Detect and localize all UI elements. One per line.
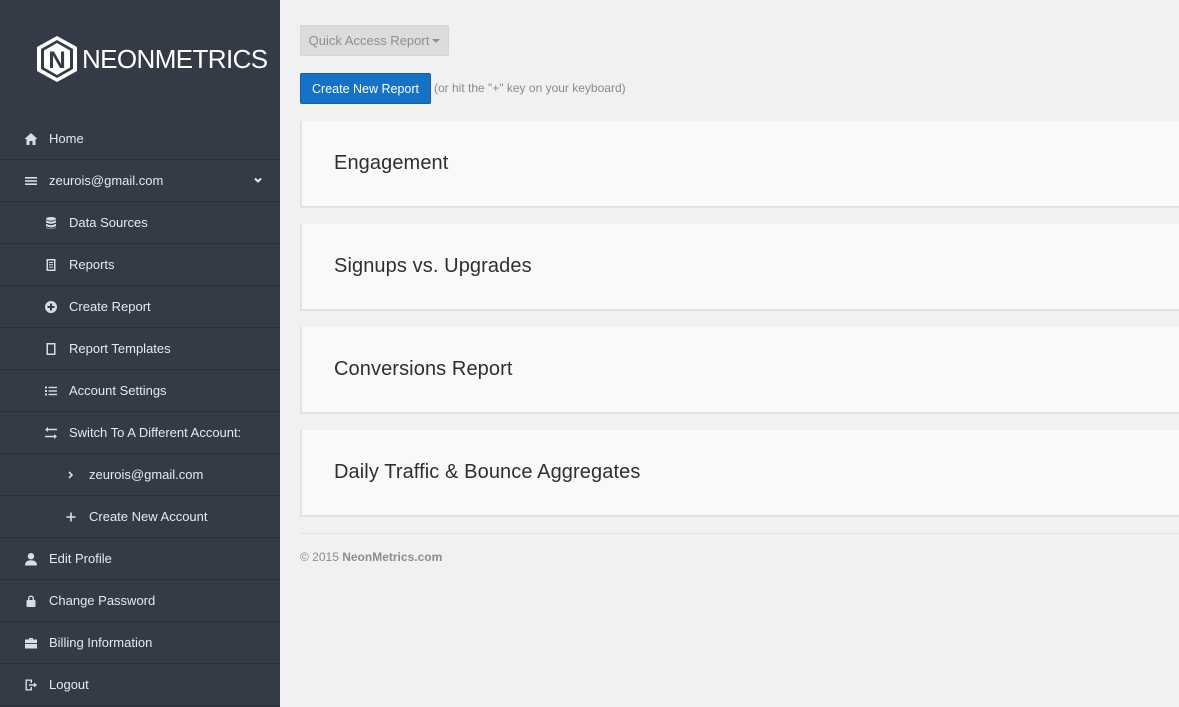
sidebar-nav: Home zeurois@gmail.com Data Sources Repo…	[0, 118, 280, 706]
sidebar-item-label: Home	[49, 131, 84, 146]
briefcase-icon	[24, 636, 38, 650]
report-title: Conversions Report	[334, 358, 513, 380]
sidebar-item-label: Report Templates	[69, 341, 171, 356]
document-icon	[44, 258, 58, 272]
sidebar-item-create-report[interactable]: Create Report	[0, 286, 280, 328]
sidebar-item-label: Billing Information	[49, 635, 153, 650]
report-card-conversions[interactable]: Conversions Report	[300, 327, 1179, 414]
report-title: Signups vs. Upgrades	[334, 255, 532, 277]
sidebar-item-label: Change Password	[49, 593, 156, 608]
sidebar-item-report-templates[interactable]: Report Templates	[0, 328, 280, 370]
report-card-signups-vs-upgrades[interactable]: Signups vs. Upgrades	[300, 224, 1179, 311]
user-icon	[24, 552, 38, 566]
caret-down-icon	[432, 38, 441, 43]
switch-icon	[44, 426, 58, 440]
report-card-daily-traffic[interactable]: Daily Traffic & Bounce Aggregates	[300, 430, 1179, 517]
svg-text:N: N	[48, 47, 65, 74]
sidebar-item-account-settings[interactable]: Account Settings	[0, 370, 280, 412]
menu-icon	[24, 174, 38, 188]
report-card-engagement[interactable]: Engagement	[300, 121, 1179, 208]
sidebar-item-account-option[interactable]: zeurois@gmail.com	[0, 454, 280, 496]
sidebar-item-label: zeurois@gmail.com	[49, 173, 164, 188]
report-title: Engagement	[334, 152, 449, 174]
plus-circle-icon	[44, 300, 58, 314]
sidebar-item-label: Create Report	[69, 299, 151, 314]
sidebar-item-label: Logout	[49, 677, 89, 692]
sidebar-item-create-new-account[interactable]: Create New Account	[0, 496, 280, 538]
chevron-down-icon[interactable]	[252, 174, 264, 186]
sidebar-item-edit-profile[interactable]: Edit Profile	[0, 538, 280, 580]
sidebar-item-data-sources[interactable]: Data Sources	[0, 202, 280, 244]
database-icon	[44, 216, 58, 230]
lock-icon	[24, 594, 38, 608]
brand-name: NEONMETRICS	[82, 43, 268, 74]
sidebar-item-label: Edit Profile	[49, 551, 112, 566]
sidebar-item-label: Reports	[69, 257, 115, 272]
logout-icon	[24, 678, 38, 692]
template-icon	[44, 342, 58, 356]
plus-icon	[64, 510, 78, 524]
keyboard-hint: (or hit the "+" key on your keyboard)	[434, 81, 626, 95]
sidebar-item-home[interactable]: Home	[0, 118, 280, 160]
neonmetrics-logo-icon: N	[37, 36, 77, 82]
footer-divider	[300, 533, 1179, 534]
sidebar-item-billing[interactable]: Billing Information	[0, 622, 280, 664]
main-content: Quick Access Report Create New Report (o…	[280, 0, 1179, 707]
footer-site-link[interactable]: NeonMetrics.com	[342, 550, 442, 564]
brand-logo[interactable]: N NEONMETRICS	[0, 0, 280, 118]
quick-access-label: Quick Access Report	[308, 33, 430, 48]
list-icon	[44, 384, 58, 398]
home-icon	[24, 132, 38, 146]
sidebar-item-label: zeurois@gmail.com	[89, 467, 204, 482]
sidebar-item-label: Account Settings	[69, 383, 167, 398]
sidebar-item-logout[interactable]: Logout	[0, 664, 280, 706]
chevron-right-icon	[64, 468, 78, 482]
quick-access-report-dropdown[interactable]: Quick Access Report	[300, 25, 449, 56]
sidebar: N NEONMETRICS Home zeurois@gmail.com Dat…	[0, 0, 280, 707]
sidebar-item-change-password[interactable]: Change Password	[0, 580, 280, 622]
report-title: Daily Traffic & Bounce Aggregates	[334, 461, 641, 483]
create-new-report-button[interactable]: Create New Report	[300, 73, 431, 104]
sidebar-item-switch-account[interactable]: Switch To A Different Account:	[0, 412, 280, 454]
sidebar-item-label: Data Sources	[69, 215, 148, 230]
footer-copyright: © 2015	[300, 550, 339, 564]
footer: © 2015 NeonMetrics.com	[300, 550, 442, 564]
sidebar-item-reports[interactable]: Reports	[0, 244, 280, 286]
sidebar-item-label: Create New Account	[89, 509, 208, 524]
sidebar-item-account[interactable]: zeurois@gmail.com	[0, 160, 280, 202]
sidebar-item-label: Switch To A Different Account:	[69, 425, 242, 440]
